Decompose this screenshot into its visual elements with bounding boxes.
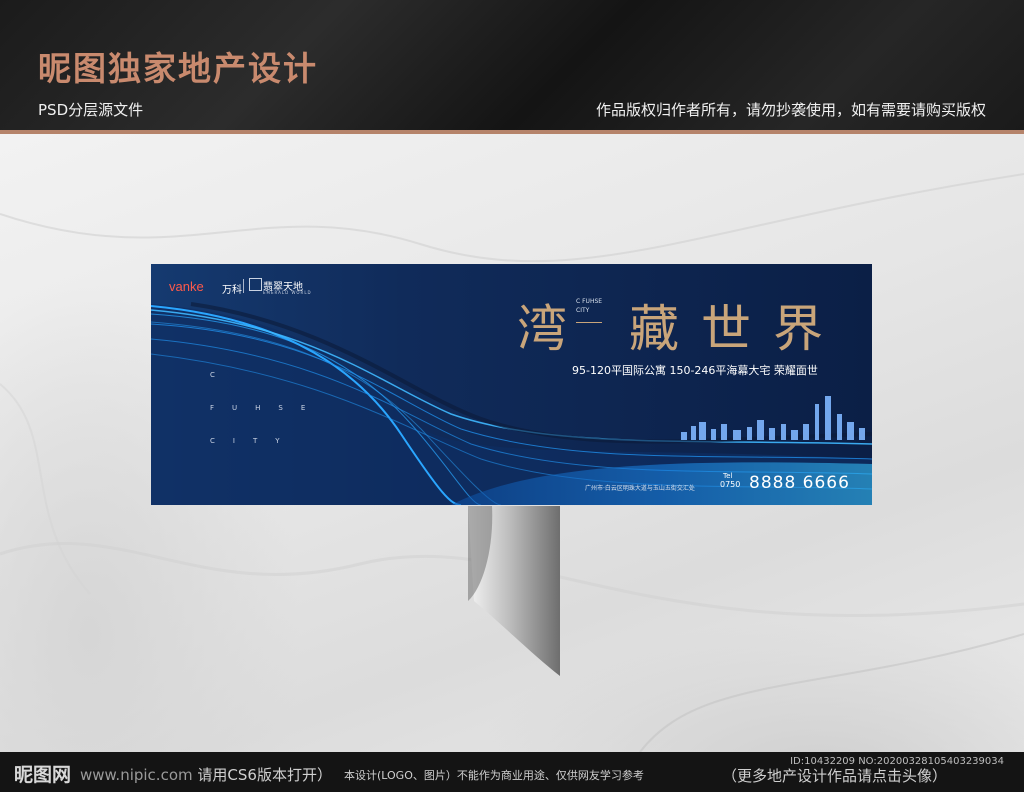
psd-label: PSD分层源文件 [38,101,144,119]
address: 广州市·白云区明珠大道与玉山五街交汇处 [585,485,695,492]
cfuhse-line-1: C FUHSE [576,298,603,305]
nipic-logo: 昵图网 [14,764,72,786]
city-skyline [681,396,865,440]
billboard-pole [468,506,560,676]
tel-label: Tel [723,472,733,480]
emerald-logo-icon [249,278,262,291]
vanke-cn-logo: 万科 [222,285,242,296]
open-hint: 请用CS6版本打开） [197,766,332,784]
nipic-website[interactable]: www.nipic.com 请用CS6版本打开） [80,764,332,785]
logo-divider [243,279,244,293]
emerald-logo-en: EMERALD WORLD [263,290,312,295]
more-works-link[interactable]: （更多地产设计作品请点击头像） [722,765,947,786]
brand-title: 昵图独家地产设计 [38,49,318,88]
billboard-panel: vanke 万科 翡翠天地 EMERALD WORLD C FUHSE CITY… [151,264,872,505]
headline-rest: 藏世界 [629,300,845,358]
vertical-letter-fuhse: FUHSE [210,404,324,412]
cfuhse-line-2: CITY [576,307,590,314]
vertical-letter-c: C [210,371,233,379]
vanke-logo: vanke [169,279,204,294]
usage-notice: 本设计(LOGO、图片）不能作为商业用途、仅供网友学习参考 [344,769,644,782]
product-subline: 95-120平国际公寓 150-246平海幕大宅 荣耀面世 [572,364,818,377]
cfuhse-underline [576,322,602,323]
headline-first: 湾 [517,300,567,358]
image-id: ID:10432209 NO:20200328105403239034 [790,756,1004,767]
copyright-notice: 作品版权归作者所有，请勿抄袭使用，如有需要请购买版权 [595,101,986,119]
area-code: 0750 [720,480,741,489]
website-link[interactable]: www.nipic.com [80,766,193,784]
phone-number: 8888 6666 [749,473,850,493]
vertical-letter-city: CITY [210,437,298,445]
footer-band: 昵图网 www.nipic.com 请用CS6版本打开） 本设计(LOGO、图片… [0,752,1024,792]
